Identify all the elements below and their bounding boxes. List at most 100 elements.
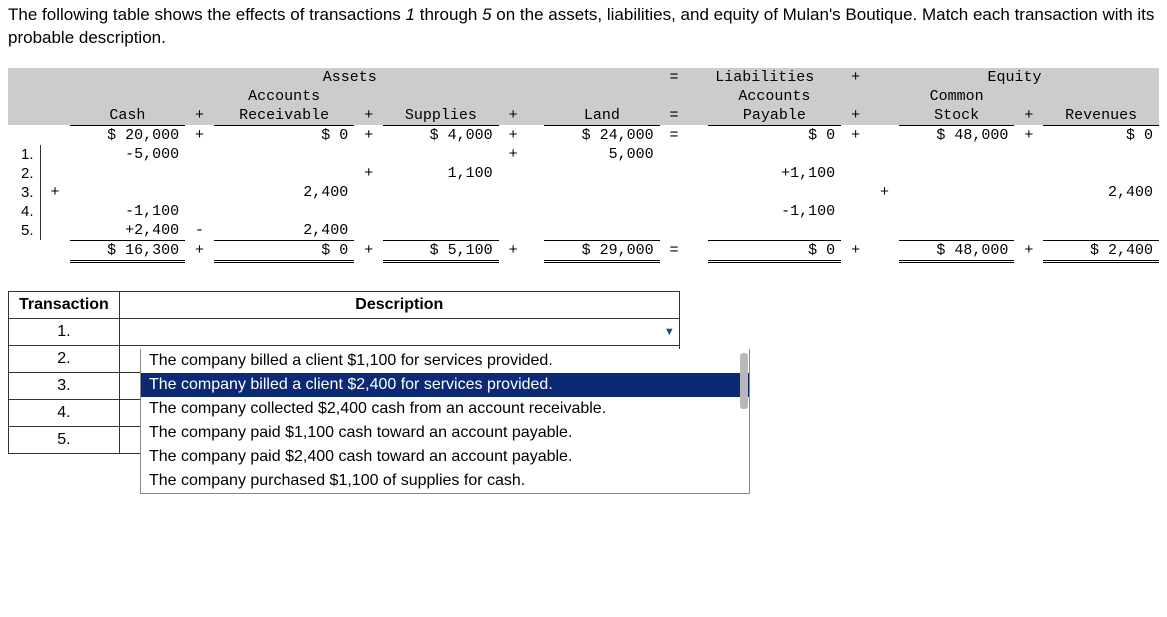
row4-cash: -1,100 xyxy=(70,202,186,221)
row5-cash: +2,400 xyxy=(70,221,186,241)
rev-label: Revenues xyxy=(1043,106,1159,126)
plus: + xyxy=(354,240,383,261)
instr-num2: 5 xyxy=(482,5,491,24)
match-row-2-num: 2. xyxy=(9,345,120,372)
liabilities-header: Liabilities xyxy=(688,68,841,87)
chevron-down-icon: ▼ xyxy=(664,326,675,338)
plus: + xyxy=(40,183,70,202)
row1-num: 1. xyxy=(8,145,40,164)
ap-label-1: Accounts xyxy=(708,87,842,106)
sub-header-row-2: Cash + Receivable + Supplies + Land = Pa… xyxy=(8,106,1159,126)
row5-num: 5. xyxy=(8,221,40,241)
supplies-label: Supplies xyxy=(383,106,499,126)
tot-cs: $ 48,000 xyxy=(899,240,1015,261)
match-row-1-num: 1. xyxy=(9,318,120,345)
bb-supplies: $ 4,000 xyxy=(383,125,499,145)
cash-label: Cash xyxy=(70,106,186,126)
row5-ar: 2,400 xyxy=(214,221,354,241)
row1-land: 5,000 xyxy=(544,145,660,164)
cs-label-1: Common xyxy=(899,87,1015,106)
plus: + xyxy=(499,240,528,261)
bb-cs: $ 48,000 xyxy=(899,125,1015,145)
tot-supplies: $ 5,100 xyxy=(383,240,499,261)
description-dropdown[interactable]: The company billed a client $1,100 for s… xyxy=(140,349,750,494)
plus: + xyxy=(354,125,383,145)
row2-ap: +1,100 xyxy=(708,164,842,183)
dropdown-scrollbar[interactable] xyxy=(740,353,748,409)
ap-label-2: Payable xyxy=(708,106,842,126)
bb-cash: $ 20,000 xyxy=(70,125,186,145)
transaction-row-4: 4. -1,100 -1,100 xyxy=(8,202,1159,221)
tot-cash: $ 16,300 xyxy=(70,240,186,261)
match-row-3-num: 3. xyxy=(9,372,120,399)
bb-ar: $ 0 xyxy=(214,125,354,145)
dropdown-option-3[interactable]: The company paid $1,100 cash toward an a… xyxy=(141,421,749,445)
tot-ap: $ 0 xyxy=(708,240,842,261)
row3-ar: 2,400 xyxy=(214,183,354,202)
instr-pre: The following table shows the effects of… xyxy=(8,5,406,24)
eq: = xyxy=(660,125,689,145)
plus: + xyxy=(841,240,870,261)
row1-cash: -5,000 xyxy=(70,145,186,164)
beginning-balance-row: $ 20,000 + $ 0 + $ 4,000 + $ 24,000 = $ … xyxy=(8,125,1159,145)
plus: + xyxy=(499,145,528,164)
match-row-4-num: 4. xyxy=(9,399,120,426)
tot-land: $ 29,000 xyxy=(544,240,660,261)
match-header-transaction: Transaction xyxy=(9,291,120,318)
plus: + xyxy=(870,183,899,202)
dropdown-option-1[interactable]: The company billed a client $2,400 for s… xyxy=(141,373,749,397)
instr-num1: 1 xyxy=(406,5,415,24)
group-header-row: Assets = Liabilities + Equity xyxy=(8,68,1159,87)
dropdown-option-5[interactable]: The company purchased $1,100 of supplies… xyxy=(141,469,749,493)
transaction-row-1: 1. -5,000 + 5,000 xyxy=(8,145,1159,164)
tot-rev: $ 2,400 xyxy=(1043,240,1159,261)
assets-header: Assets xyxy=(40,68,660,87)
dropdown-option-0[interactable]: The company billed a client $1,100 for s… xyxy=(141,349,749,373)
match-header-description: Description xyxy=(119,291,679,318)
eq: = xyxy=(660,240,689,261)
match-table-wrap: Transaction Description 1. ▼ 2. 3. 4. 5.… xyxy=(8,291,1159,454)
row3-rev: 2,400 xyxy=(1043,183,1159,202)
plus-3: + xyxy=(499,106,528,126)
eq-1: = xyxy=(660,106,689,126)
plus: + xyxy=(185,240,214,261)
plus-1: + xyxy=(185,106,214,126)
row3-num: 3. xyxy=(8,183,40,202)
transaction-row-2: 2. + 1,100 +1,100 xyxy=(8,164,1159,183)
plus-2: + xyxy=(354,106,383,126)
instr-mid2: through xyxy=(415,5,482,24)
row2-num: 2. xyxy=(8,164,40,183)
totals-row: $ 16,300 + $ 0 + $ 5,100 + $ 29,000 = $ … xyxy=(8,240,1159,261)
plus: + xyxy=(185,125,214,145)
dropdown-option-2[interactable]: The company collected $2,400 cash from a… xyxy=(141,397,749,421)
plus-sign: + xyxy=(841,68,870,87)
transaction-row-5: 5. +2,400 - 2,400 xyxy=(8,221,1159,241)
row2-supplies: 1,100 xyxy=(383,164,499,183)
equity-header: Equity xyxy=(870,68,1159,87)
bb-ap: $ 0 xyxy=(708,125,842,145)
dropdown-option-4[interactable]: The company paid $2,400 cash toward an a… xyxy=(141,445,749,469)
accounting-equation-table: Assets = Liabilities + Equity Accounts A… xyxy=(8,68,1159,263)
cs-label-2: Stock xyxy=(899,106,1015,126)
plus-4: + xyxy=(841,106,870,126)
plus: + xyxy=(1014,240,1043,261)
tot-ar: $ 0 xyxy=(214,240,354,261)
plus-5: + xyxy=(1014,106,1043,126)
match-row-1: 1. ▼ xyxy=(9,318,680,345)
ar-label-2: Receivable xyxy=(214,106,354,126)
bb-rev: $ 0 xyxy=(1043,125,1159,145)
row4-ap: -1,100 xyxy=(708,202,842,221)
plus: + xyxy=(841,125,870,145)
transaction-row-3: 3. + 2,400 + 2,400 xyxy=(8,183,1159,202)
match-row-5-num: 5. xyxy=(9,426,120,453)
description-select-1[interactable]: ▼ xyxy=(119,318,679,345)
sub-header-row-1: Accounts Accounts Common xyxy=(8,87,1159,106)
plus: + xyxy=(354,164,383,183)
instructions-text: The following table shows the effects of… xyxy=(8,4,1159,50)
equals-sign: = xyxy=(660,68,689,87)
plus: + xyxy=(499,125,528,145)
plus: + xyxy=(1014,125,1043,145)
bb-land: $ 24,000 xyxy=(544,125,660,145)
minus: - xyxy=(185,221,214,241)
land-label: Land xyxy=(544,106,660,126)
